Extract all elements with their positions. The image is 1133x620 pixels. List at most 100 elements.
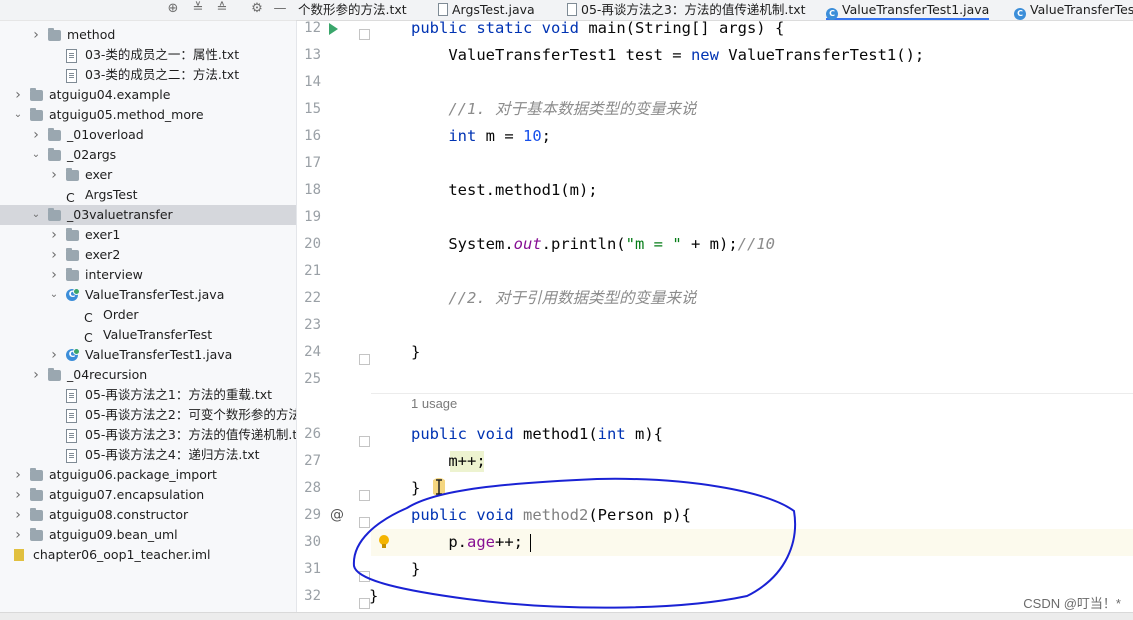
- tree-item[interactable]: ⌄ _03valuetransfer: [0, 205, 296, 225]
- chevron-right-icon[interactable]: ›: [30, 125, 42, 145]
- code-line[interactable]: ValueTransferTest1 test = new ValueTrans…: [411, 42, 924, 69]
- chevron-right-icon[interactable]: ›: [48, 225, 60, 245]
- code-line[interactable]: }: [411, 475, 420, 502]
- code-line[interactable]: }: [369, 583, 378, 610]
- tree-item[interactable]: C ArgsTest: [0, 185, 296, 205]
- code-token: int: [597, 425, 635, 443]
- code-token: public: [411, 425, 477, 443]
- code-token: test.method1(m);: [411, 181, 598, 199]
- chevron-right-icon[interactable]: ›: [12, 505, 24, 525]
- tab-4[interactable]: C ValueTransferTes: [1014, 0, 1133, 20]
- chevron-right-icon[interactable]: ›: [12, 85, 24, 105]
- folder-icon: [30, 468, 43, 481]
- tree-item[interactable]: › C ValueTransferTest1.java: [0, 345, 296, 365]
- chevron-down-icon[interactable]: ⌄: [12, 105, 24, 125]
- tree-item-label: atguigu07.encapsulation: [49, 487, 205, 502]
- line-number: 32: [304, 588, 321, 604]
- chevron-right-icon[interactable]: ›: [30, 25, 42, 45]
- code-line[interactable]: int m = 10;: [411, 123, 551, 150]
- tree-item[interactable]: 05-再谈方法之2：可变个数形参的方法.txt: [0, 405, 296, 425]
- code-line[interactable]: }: [411, 339, 420, 366]
- fold-open-icon[interactable]: [359, 517, 370, 528]
- folder-icon: [48, 368, 61, 381]
- line-number: 28: [304, 480, 321, 496]
- tree-item[interactable]: › atguigu07.encapsulation: [0, 485, 296, 505]
- tree-item[interactable]: 05-再谈方法之1：方法的重载.txt: [0, 385, 296, 405]
- folder-icon: [66, 268, 79, 281]
- code-token: main(String[] args) {: [588, 19, 785, 37]
- code-editor[interactable]: 12 13 14 15 16 17 18 19 20 21 22 23 24 25 26 27 28 29 30 31…: [297, 19, 1133, 620]
- code-line[interactable]: p.age++;: [411, 529, 523, 556]
- fold-close-icon[interactable]: [359, 354, 370, 365]
- tab-label: ValueTransferTes: [1030, 2, 1133, 17]
- chevron-down-icon[interactable]: ⌄: [30, 145, 42, 165]
- tree-item[interactable]: › exer2: [0, 245, 296, 265]
- code-line[interactable]: //2. 对于引用数据类型的变量来说: [411, 285, 696, 312]
- code-line[interactable]: }: [411, 556, 420, 583]
- gear-icon[interactable]: ⚙: [249, 1, 265, 17]
- code-token: age: [467, 533, 495, 551]
- tree-item[interactable]: › _04recursion: [0, 365, 296, 385]
- folder-icon: [48, 208, 61, 221]
- code-line[interactable]: test.method1(m);: [411, 177, 598, 204]
- tree-item[interactable]: › exer1: [0, 225, 296, 245]
- tab-3[interactable]: C ValueTransferTest1.java: [826, 0, 990, 20]
- run-icon[interactable]: [326, 22, 340, 36]
- tree-item[interactable]: 03-类的成员之二：方法.txt: [0, 65, 296, 85]
- tree-item[interactable]: › atguigu04.example: [0, 85, 296, 105]
- chevron-right-icon[interactable]: ›: [48, 265, 60, 285]
- tree-item-label: ValueTransferTest: [103, 327, 213, 342]
- line-gutter[interactable]: 12 13 14 15 16 17 18 19 20 21 22 23 24 25 26 27 28 29 30 31…: [297, 20, 371, 620]
- code-token: void: [476, 506, 523, 524]
- fold-close-icon[interactable]: [359, 571, 370, 582]
- usage-hint[interactable]: 1 usage: [411, 396, 457, 411]
- tree-item[interactable]: › atguigu09.bean_uml: [0, 525, 296, 545]
- chevron-down-icon[interactable]: ⌄: [48, 285, 60, 305]
- collapse-all-icon[interactable]: ≙: [214, 1, 230, 17]
- code-line[interactable]: System.out.println("m = " + m);//10: [411, 231, 775, 258]
- java-file-icon: C: [66, 348, 80, 361]
- tree-item[interactable]: 03-类的成员之一：属性.txt: [0, 45, 296, 65]
- tree-item[interactable]: › method: [0, 25, 296, 45]
- tree-item[interactable]: chapter06_oop1_teacher.iml: [0, 545, 296, 565]
- fold-open-icon[interactable]: [359, 29, 370, 40]
- chevron-right-icon[interactable]: ›: [12, 525, 24, 545]
- fold-close-icon[interactable]: [359, 490, 370, 501]
- fold-open-icon[interactable]: [359, 436, 370, 447]
- locate-icon[interactable]: ⊕: [165, 1, 181, 17]
- tree-item[interactable]: › interview: [0, 265, 296, 285]
- chevron-down-icon[interactable]: ⌄: [30, 205, 42, 225]
- tree-item[interactable]: 05-再谈方法之4：递归方法.txt: [0, 445, 296, 465]
- chevron-right-icon[interactable]: ›: [12, 485, 24, 505]
- code-line[interactable]: m++;: [411, 448, 485, 475]
- lightbulb-icon[interactable]: [378, 534, 390, 550]
- code-line[interactable]: public void method2(Person p){: [411, 502, 691, 529]
- code-line[interactable]: public void method1(int m){: [411, 421, 663, 448]
- code-line[interactable]: //1. 对于基本数据类型的变量来说: [411, 96, 696, 123]
- code-token: method1(: [523, 425, 598, 443]
- line-number: 21: [304, 263, 321, 279]
- minimize-icon[interactable]: —: [272, 1, 288, 17]
- tree-item[interactable]: C Order: [0, 305, 296, 325]
- tree-item-label: Order: [103, 307, 139, 322]
- chevron-right-icon[interactable]: ›: [48, 345, 60, 365]
- chevron-right-icon[interactable]: ›: [30, 365, 42, 385]
- tree-item[interactable]: ⌄ _02args: [0, 145, 296, 165]
- chevron-right-icon[interactable]: ›: [48, 245, 60, 265]
- code-line[interactable]: public static void main(String[] args) {: [411, 15, 784, 42]
- line-number: 14: [304, 74, 321, 90]
- tree-item[interactable]: › atguigu06.package_import: [0, 465, 296, 485]
- tree-item[interactable]: › _01overload: [0, 125, 296, 145]
- override-icon[interactable]: @: [330, 507, 344, 523]
- tree-item[interactable]: ⌄ atguigu05.method_more: [0, 105, 296, 125]
- tree-item[interactable]: C ValueTransferTest: [0, 325, 296, 345]
- chevron-right-icon[interactable]: ›: [48, 165, 60, 185]
- ide-window: ⊕ ≚ ≙ ⚙ — › method 03-类的成员之一：属性.txt 03-类的成员…: [0, 0, 1133, 620]
- tree-item[interactable]: 05-再谈方法之3：方法的值传递机制.txt: [0, 425, 296, 445]
- tree-item[interactable]: ⌄ C ValueTransferTest.java: [0, 285, 296, 305]
- expand-all-icon[interactable]: ≚: [190, 1, 206, 17]
- code-token: m =: [485, 127, 523, 145]
- chevron-right-icon[interactable]: ›: [12, 465, 24, 485]
- tree-item[interactable]: › atguigu08.constructor: [0, 505, 296, 525]
- tree-item[interactable]: › exer: [0, 165, 296, 185]
